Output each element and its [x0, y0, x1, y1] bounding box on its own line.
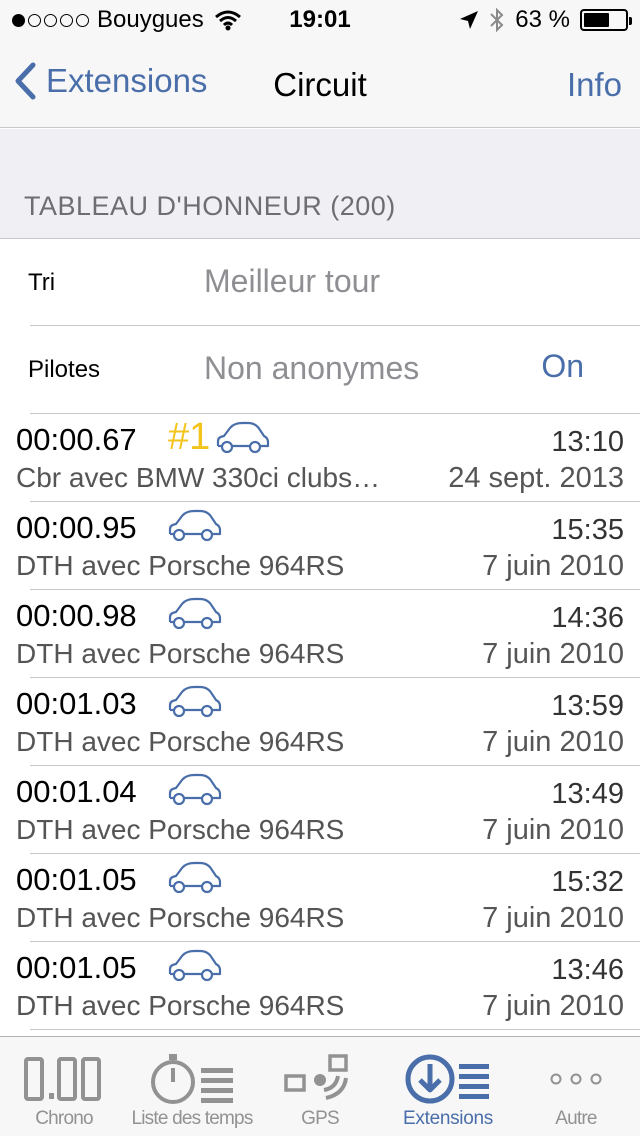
chrono-digits-icon — [0, 1051, 128, 1107]
lap-row[interactable]: 00:01.03 13:59 DTH avec Porsche 964RS 7 … — [0, 678, 640, 766]
lap-date: 7 juin 2010 — [482, 638, 624, 670]
tab-gps[interactable]: GPS — [256, 1037, 384, 1136]
row-divider — [30, 1029, 640, 1030]
lap-row[interactable]: 00:00.98 14:36 DTH avec Porsche 964RS 7 … — [0, 590, 640, 678]
lap-description: DTH avec Porsche 964RS — [16, 990, 345, 1021]
lap-time: 00:01.05 — [16, 950, 137, 985]
lap-time: 00:01.03 — [16, 686, 137, 721]
section-header: TABLEAU D'HONNEUR (200) — [0, 129, 640, 239]
section-header-label: TABLEAU D'HONNEUR (200) — [24, 191, 396, 221]
lap-date: 7 juin 2010 — [482, 726, 624, 758]
car-icon — [168, 597, 222, 630]
tab-autre[interactable]: Autre — [512, 1037, 640, 1136]
pilots-row[interactable]: Pilotes Non anonymes On — [0, 326, 640, 414]
lap-date: 7 juin 2010 — [482, 990, 624, 1022]
tab-label: Extensions — [403, 1108, 493, 1129]
lap-clock-time: 14:36 — [551, 602, 624, 634]
lap-date: 7 juin 2010 — [482, 550, 624, 582]
lap-date: 24 sept. 2013 — [448, 462, 624, 494]
lap-clock-time: 15:32 — [551, 866, 624, 898]
sort-value: Meilleur tour — [204, 263, 381, 299]
lap-description: DTH avec Porsche 964RS — [16, 902, 345, 933]
lap-clock-time: 13:46 — [551, 954, 624, 986]
car-icon — [168, 685, 222, 718]
download-list-icon — [384, 1051, 512, 1107]
lap-time: 00:00.95 — [16, 510, 137, 545]
lap-date: 7 juin 2010 — [482, 814, 624, 846]
lap-clock-time: 13:59 — [551, 690, 624, 722]
tab-liste-des-temps[interactable]: Liste des temps — [128, 1037, 256, 1136]
lap-time: 00:00.98 — [16, 598, 137, 633]
lap-description: DTH avec Porsche 964RS — [16, 638, 345, 669]
tab-chrono[interactable]: Chrono — [0, 1037, 128, 1136]
car-icon — [168, 773, 222, 806]
lap-row[interactable]: 00:00.95 15:35 DTH avec Porsche 964RS 7 … — [0, 502, 640, 590]
lap-rank-badge: #1 — [168, 416, 211, 458]
lap-time: 00:00.67 — [16, 422, 137, 457]
lap-row[interactable]: 00:00.67 #1 13:10 Cbr avec BMW 330ci clu… — [0, 414, 640, 502]
car-icon — [168, 949, 222, 982]
lap-time: 00:01.04 — [16, 774, 137, 809]
lap-clock-time: 13:10 — [551, 426, 624, 458]
lap-row[interactable]: 00:01.05 13:46 DTH avec Porsche 964RS 7 … — [0, 942, 640, 1030]
bluetooth-icon — [490, 7, 504, 33]
lap-list[interactable]: 00:00.67 #1 13:10 Cbr avec BMW 330ci clu… — [0, 414, 640, 1036]
sort-row[interactable]: Tri Meilleur tour — [0, 239, 640, 327]
lap-row[interactable]: 00:01.04 13:49 DTH avec Porsche 964RS 7 … — [0, 766, 640, 854]
status-right: 63 % — [459, 6, 632, 34]
lap-description: DTH avec Porsche 964RS — [16, 814, 345, 845]
tab-label: Autre — [555, 1108, 597, 1129]
tab-label: GPS — [301, 1108, 340, 1129]
page-title: Circuit — [273, 66, 367, 103]
car-icon — [216, 421, 270, 454]
battery-icon — [580, 9, 632, 31]
tab-bar: Chrono Liste des temps GPS Extensions Au… — [0, 1036, 640, 1136]
lap-date: 7 juin 2010 — [482, 902, 624, 934]
location-arrow-icon — [460, 11, 479, 29]
lap-clock-time: 15:35 — [551, 514, 624, 546]
car-icon — [168, 509, 222, 542]
stopwatch-list-icon — [128, 1051, 256, 1107]
lap-time: 00:01.05 — [16, 862, 137, 897]
navigation-bar: Extensions Circuit Info — [0, 40, 640, 128]
gps-icon — [256, 1051, 384, 1107]
pilots-value: Non anonymes — [204, 350, 420, 386]
lap-row[interactable]: 00:01.05 15:32 DTH avec Porsche 964RS 7 … — [0, 854, 640, 942]
lap-description: Cbr avec BMW 330ci clubs… — [16, 462, 381, 493]
info-button[interactable]: Info — [567, 66, 622, 104]
tab-extensions[interactable]: Extensions — [384, 1037, 512, 1136]
pilots-toggle[interactable]: On — [541, 348, 584, 385]
status-bar: Bouygues 19:01 63 % — [0, 0, 640, 40]
lap-clock-time: 13:49 — [551, 778, 624, 810]
sort-label: Tri — [28, 269, 56, 296]
car-icon — [168, 861, 222, 894]
battery-percent: 63 % — [515, 6, 570, 33]
pilots-label: Pilotes — [28, 356, 101, 383]
tab-label: Liste des temps — [131, 1108, 253, 1129]
lap-description: DTH avec Porsche 964RS — [16, 726, 345, 757]
tab-label: Chrono — [35, 1108, 93, 1129]
lap-description: DTH avec Porsche 964RS — [16, 550, 345, 581]
more-icon — [512, 1051, 640, 1107]
